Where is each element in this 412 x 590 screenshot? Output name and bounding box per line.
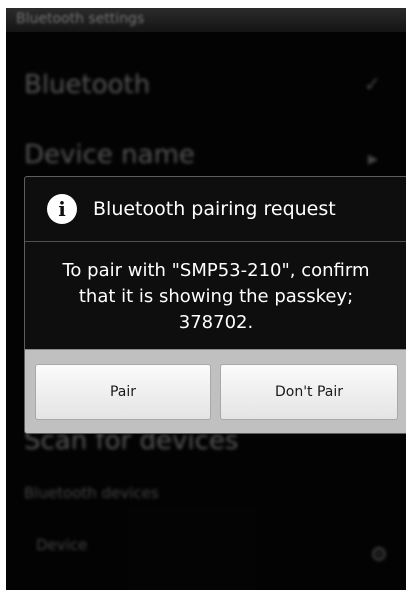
info-icon: i <box>47 194 77 224</box>
phone-screen: Bluetooth settings Bluetooth ✓ Device na… <box>6 8 406 590</box>
dont-pair-button[interactable]: Don't Pair <box>220 364 398 420</box>
pair-button[interactable]: Pair <box>35 364 211 420</box>
dialog-title: Bluetooth pairing request <box>93 198 336 220</box>
dialog-message: To pair with "SMP53-210", confirm that i… <box>62 260 370 333</box>
pairing-dialog: i Bluetooth pairing request To pair with… <box>24 176 406 434</box>
dialog-button-bar: Pair Don't Pair <box>25 349 406 433</box>
dialog-header: i Bluetooth pairing request <box>25 177 406 242</box>
